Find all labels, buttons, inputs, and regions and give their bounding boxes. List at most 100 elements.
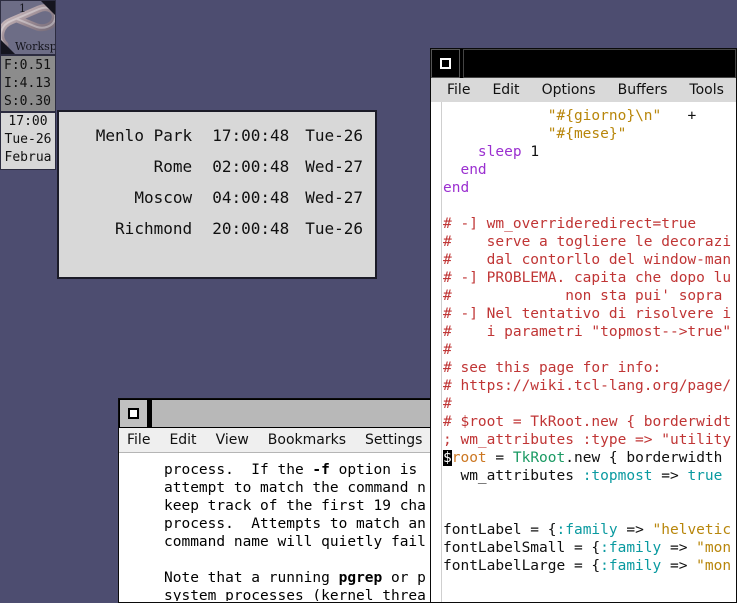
terminal-title [151, 399, 437, 428]
code-token: # dal contorllo del window-man [443, 252, 732, 268]
world-clock-time: 02:00:48 [212, 157, 290, 176]
world-clock-time: 20:00:48 [212, 219, 290, 238]
emacs-code-line: end [443, 179, 736, 197]
world-clock-day: Wed-27 [305, 157, 363, 176]
code-token: fontLabelLarge = { [443, 558, 601, 574]
code-token: # non sta pui' sopra [443, 288, 723, 304]
code-token: "helvetic [652, 522, 732, 538]
code-token: :topmost [582, 468, 653, 484]
terminal-menu-view[interactable]: View [216, 432, 249, 448]
code-token: fontLabelSmall = { [443, 540, 601, 556]
terminal-menu-edit[interactable]: Edit [169, 432, 196, 448]
clock-date-widget: 17:00 Tue-26 Februa [0, 112, 56, 170]
code-token: # see this page for info: [443, 360, 662, 376]
world-clock-city: Menlo Park [95, 126, 193, 145]
desktop: 1 Worksp F:0.51 I:4.13 S:0.30 17:00 Tue-… [0, 0, 737, 603]
code-token: # -] Nel tentativo di risolvere i [443, 306, 732, 322]
clock-month: Februa [4, 150, 52, 165]
emacs-titlebar[interactable] [431, 49, 736, 78]
code-token: :family [600, 540, 662, 556]
code-token: # $root = TkRoot.new { borderwidt [443, 414, 732, 430]
world-clock-row: Rome 02:00:48 Wed-27 [67, 151, 363, 182]
terminal-line: process. Attempts to match an [164, 516, 426, 532]
workspace-pager[interactable]: 1 Worksp [0, 0, 56, 55]
terminal-window[interactable]: File Edit View Bookmarks Settings process. I… [118, 398, 438, 603]
emacs-code-line: # serve a togliere le decorazi [443, 233, 736, 251]
terminal-titlebar[interactable] [119, 399, 437, 428]
code-token: true [687, 468, 723, 484]
world-clock-table: Menlo Park 17:00:48 Tue-26 Rome 02:00:48 Wed-… [67, 120, 363, 244]
code-token: # -] PROBLEMA. capita che dopo lu [443, 270, 732, 286]
code-token: 1 [530, 144, 540, 160]
code-token: fontLabel = { [443, 522, 557, 538]
emacs-fringe [431, 102, 442, 602]
terminal-menu-bookmarks[interactable]: Bookmarks [268, 432, 346, 448]
world-clock-city: Rome [153, 157, 193, 176]
emacs-code-line: "#{mese}" [443, 125, 736, 143]
emacs-menu-edit[interactable]: Edit [492, 82, 519, 98]
terminal-line: command name will quietly fail [164, 534, 426, 550]
world-clock-day: Tue-26 [305, 126, 363, 145]
code-token: = [486, 450, 513, 466]
emacs-menu-buffers[interactable]: Buffers [618, 82, 668, 98]
code-token: ; wm_attributes :type => "utility [443, 432, 732, 448]
emacs-code-line [443, 197, 736, 215]
code-token: => [661, 540, 697, 556]
sysmon-line-f: F:0.51 [4, 58, 51, 73]
code-token: "#{giorno}\n" [547, 108, 662, 124]
code-token: # [443, 396, 452, 412]
emacs-menu-options[interactable]: Options [542, 82, 596, 98]
emacs-code-line: $root = TkRoot.new { borderwidth [443, 449, 736, 467]
emacs-code-line: fontLabelLarge = {:family => "mon [443, 557, 736, 575]
window-box-icon[interactable] [119, 399, 148, 428]
world-clock-row: Menlo Park 17:00:48 Tue-26 [67, 120, 363, 151]
world-clock-city: Moscow [134, 188, 193, 207]
code-token: # [443, 342, 452, 358]
emacs-window[interactable]: FileEditOptionsBuffersToolsRuby "#{giorn… [430, 48, 737, 603]
emacs-code-line: # dal contorllo del window-man [443, 251, 736, 269]
emacs-code-line: # [443, 395, 736, 413]
code-token: # -] wm_overrideredirect=true [443, 216, 697, 232]
code-token: "mon [696, 540, 732, 556]
emacs-code-line: # -] Nel tentativo di risolvere i [443, 305, 736, 323]
emacs-code-line: # see this page for info: [443, 359, 736, 377]
code-token: end [460, 162, 487, 178]
emacs-code-line: # -] PROBLEMA. capita che dopo lu [443, 269, 736, 287]
clock-date: Tue-26 [4, 132, 52, 147]
world-clock-day: Wed-27 [305, 188, 363, 207]
emacs-menu-tools[interactable]: Tools [689, 82, 724, 98]
world-clock-window[interactable]: Menlo Park 17:00:48 Tue-26 Rome 02:00:48 Wed-… [57, 110, 377, 279]
emacs-code-area[interactable]: "#{giorno}\n" + "#{mese}" sleep 1 end end… [431, 107, 736, 575]
emacs-menubar[interactable]: FileEditOptionsBuffersToolsRuby [431, 78, 736, 102]
pager-corner-bottom-left [1, 40, 15, 54]
terminal-menu-file[interactable]: File [127, 432, 150, 448]
window-box-icon[interactable] [431, 49, 460, 78]
code-token: "#{mese}" [547, 126, 627, 142]
code-token: # i parametri "topmost-->true" [443, 324, 732, 340]
code-token: wm_attributes [443, 468, 583, 484]
terminal-content[interactable]: process. If the -f option is attempt to m… [119, 453, 437, 601]
text-cursor: $ [443, 450, 452, 466]
emacs-code-line: sleep 1 [443, 143, 736, 161]
code-token: TkRoot [512, 450, 566, 466]
emacs-code-line: fontLabel = {:family => "helvetic [443, 521, 736, 539]
code-token: => [652, 468, 688, 484]
emacs-buffer[interactable]: "#{giorno}\n" + "#{mese}" sleep 1 end end… [431, 102, 736, 602]
terminal-menubar[interactable]: File Edit View Bookmarks Settings [119, 428, 437, 453]
code-token: sleep [477, 144, 522, 160]
terminal-line: Note that a running pgrep or p [164, 570, 426, 586]
code-token: borderwidth [626, 450, 723, 466]
pager-number: 1 [19, 2, 26, 15]
emacs-code-line: # -] wm_overrideredirect=true [443, 215, 736, 233]
emacs-code-line: # [443, 341, 736, 359]
terminal-menu-settings[interactable]: Settings [365, 432, 422, 448]
emacs-code-line: # https://wiki.tcl-lang.org/page/ [443, 377, 736, 395]
emacs-code-line [443, 485, 736, 503]
code-token: # https://wiki.tcl-lang.org/page/ [443, 378, 732, 394]
world-clock-city: Richmond [115, 219, 193, 238]
emacs-menu-file[interactable]: File [447, 82, 470, 98]
code-token: "mon [696, 558, 732, 574]
